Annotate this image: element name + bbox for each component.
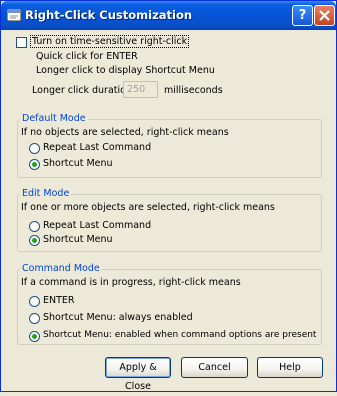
edit-shortcut-radio[interactable] (29, 235, 40, 246)
edit-shortcut-label[interactable]: Shortcut Menu (43, 234, 113, 245)
command-enter-radio[interactable] (29, 296, 40, 307)
command-mode-title: Command Mode (20, 263, 102, 274)
default-repeat-label[interactable]: Repeat Last Command (43, 142, 151, 153)
duration-unit: milliseconds (164, 85, 223, 96)
dialog-window: Right-Click Customization ? Turn on time… (0, 0, 337, 392)
command-enter-label[interactable]: ENTER (43, 295, 75, 306)
longer-click-text: Longer click to display Shortcut Menu (36, 65, 215, 76)
default-mode-title: Default Mode (20, 113, 88, 124)
command-options-radio[interactable] (29, 331, 40, 342)
apply-close-button[interactable]: Apply & Close (105, 357, 171, 392)
cancel-button[interactable]: Cancel (181, 357, 248, 378)
default-shortcut-label[interactable]: Shortcut Menu (43, 158, 113, 169)
close-icon (319, 10, 330, 21)
app-icon (7, 9, 21, 21)
close-button[interactable] (314, 5, 335, 26)
help-button[interactable]: Help (257, 357, 323, 378)
edit-repeat-radio[interactable] (29, 221, 40, 232)
help-title-button[interactable]: ? (292, 5, 313, 26)
edit-repeat-label[interactable]: Repeat Last Command (43, 220, 151, 231)
duration-label: Longer click duration: (32, 85, 136, 96)
time-sensitive-checkbox[interactable] (16, 37, 27, 48)
duration-input[interactable]: 250 (123, 81, 158, 98)
window-title: Right-Click Customization (25, 8, 193, 22)
command-always-radio[interactable] (29, 313, 40, 324)
time-sensitive-label[interactable]: Turn on time-sensitive right-click (30, 35, 190, 48)
edit-mode-title: Edit Mode (20, 188, 72, 199)
command-mode-description: If a command is in progress, right-click… (21, 277, 241, 288)
default-mode-description: If no objects are selected, right-click … (21, 127, 229, 138)
default-repeat-radio[interactable] (29, 143, 40, 154)
command-options-label[interactable]: Shortcut Menu: enabled when command opti… (43, 330, 316, 340)
default-shortcut-radio[interactable] (29, 159, 40, 170)
title-bar[interactable]: Right-Click Customization ? (1, 1, 336, 30)
command-always-label[interactable]: Shortcut Menu: always enabled (43, 312, 193, 323)
edit-mode-description: If one or more objects are selected, rig… (21, 202, 275, 213)
quick-click-text: Quick click for ENTER (36, 51, 138, 62)
